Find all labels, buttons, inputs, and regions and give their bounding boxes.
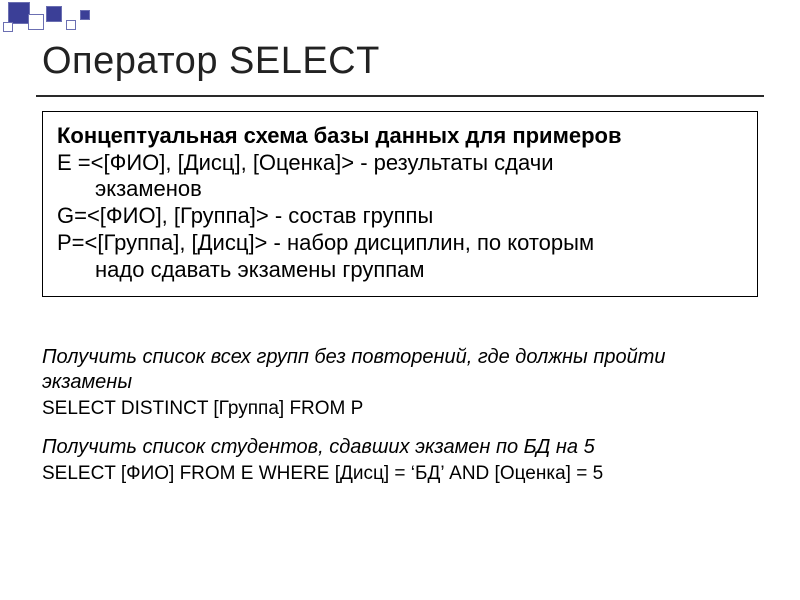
- schema-e-text1: E =<[ФИО], [Дисц], [Оценка]> - результат…: [57, 150, 553, 175]
- decor-square: [28, 14, 44, 30]
- schema-box: Концептуальная схема базы данных для при…: [42, 111, 758, 297]
- slide-content: Концептуальная схема базы данных для при…: [18, 111, 782, 487]
- task-1-description: Получить список всех групп без повторени…: [42, 345, 758, 395]
- slide: Оператор SELECT Концептуальная схема баз…: [0, 0, 800, 600]
- title-underline: [36, 95, 764, 97]
- decor-square: [8, 2, 30, 24]
- slide-title: Оператор SELECT: [18, 0, 782, 95]
- task-1-query: SELECT DISTINCT [Группа] FROM P: [42, 397, 758, 422]
- schema-e: E =<[ФИО], [Дисц], [Оценка]> - результат…: [57, 150, 743, 204]
- schema-g: G=<[ФИО], [Группа]> - состав группы: [57, 203, 743, 230]
- task-2-description: Получить список студентов, сдавших экзам…: [42, 435, 758, 460]
- decor-square: [80, 10, 90, 20]
- decor-square: [3, 22, 13, 32]
- schema-p: P=<[Группа], [Дисц]> - набор дисциплин, …: [57, 230, 743, 284]
- decor-square: [66, 20, 76, 30]
- decor-square: [46, 6, 62, 22]
- corner-decoration: [0, 0, 120, 36]
- schema-e-text2: экзаменов: [57, 176, 743, 203]
- task-2-query: SELECT [ФИО] FROM E WHERE [Дисц] = ‘БД’ …: [42, 462, 758, 487]
- schema-p-text1: P=<[Группа], [Дисц]> - набор дисциплин, …: [57, 230, 594, 255]
- schema-p-text2: надо сдавать экзамены группам: [57, 257, 743, 284]
- schema-heading: Концептуальная схема базы данных для при…: [57, 122, 743, 150]
